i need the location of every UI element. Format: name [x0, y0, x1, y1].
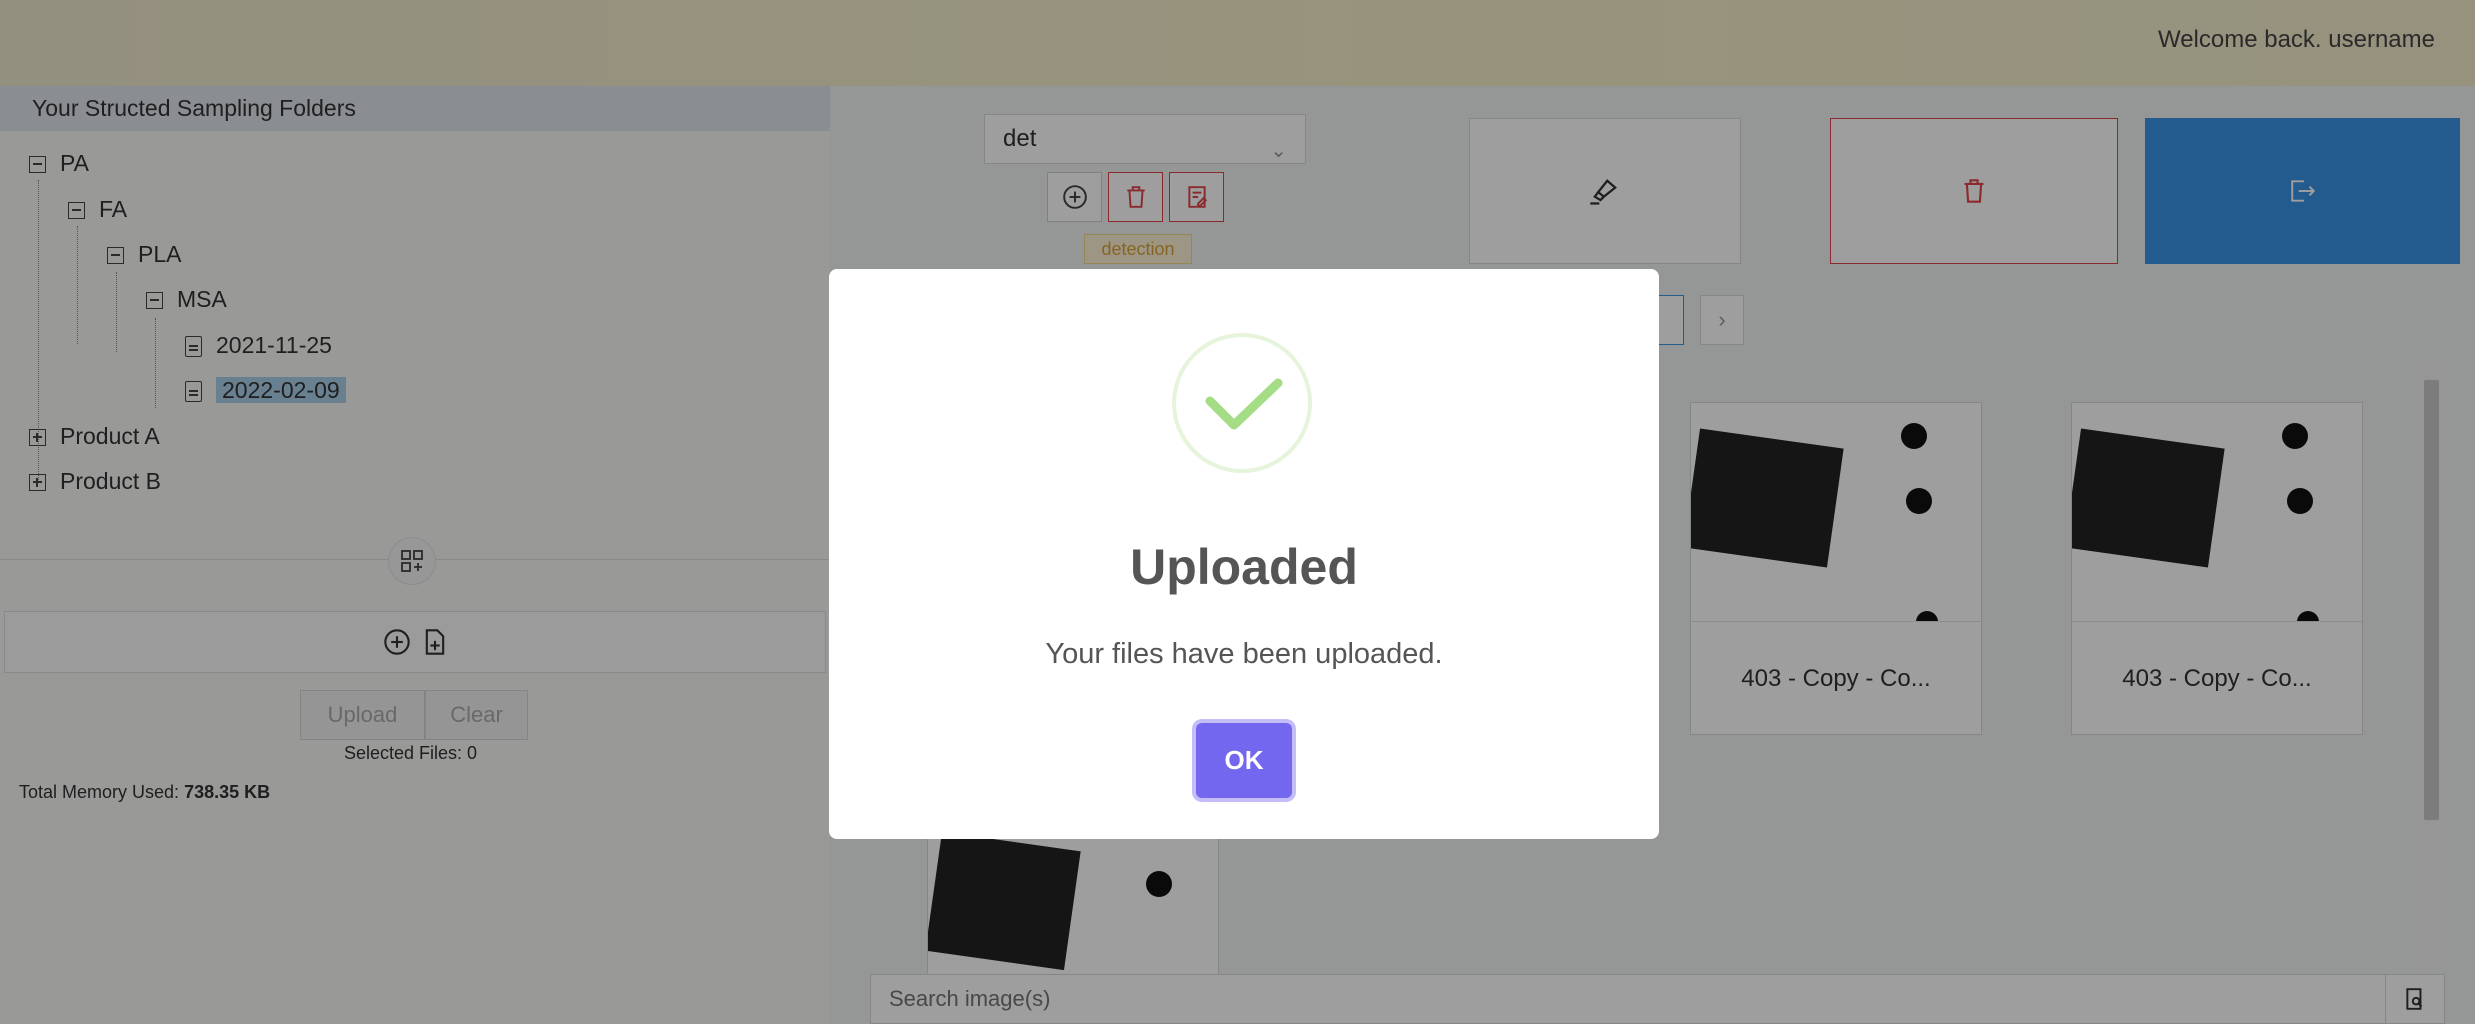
success-check-icon	[1172, 333, 1312, 473]
ok-button[interactable]: OK	[1196, 723, 1292, 798]
dialog-title: Uploaded	[1130, 539, 1358, 595]
dialog-message: Your files have been uploaded.	[1045, 638, 1443, 670]
